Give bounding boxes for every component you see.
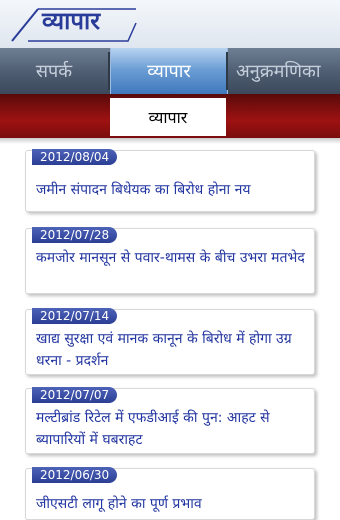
date-badge: 2012/08/04 bbox=[32, 149, 118, 165]
tab-business[interactable]: व्यापार bbox=[110, 48, 228, 94]
list-item[interactable]: 2012/06/30 जीएसटी लागू होने का पूर्ण प्र… bbox=[25, 467, 315, 520]
tab-contact[interactable]: सपर्क bbox=[0, 48, 108, 94]
app-logo: व्यापार bbox=[42, 7, 101, 35]
date-badge: 2012/07/28 bbox=[32, 227, 118, 243]
list-item[interactable]: 2012/08/04 जमीन संपादन बिधेयक का बिरोध ह… bbox=[25, 149, 315, 212]
list-item[interactable]: 2012/07/14 खाद्य सुरक्षा एवं मानक कानून … bbox=[25, 308, 315, 375]
list-item[interactable]: 2012/07/28 कमजोर मानसून से पवार-थामस के … bbox=[25, 227, 315, 294]
date-badge: 2012/07/14 bbox=[32, 308, 118, 324]
article-headline[interactable]: खाद्य सुरक्षा एवं मानक कानून के बिरोध मे… bbox=[36, 328, 306, 372]
app-header: व्यापार bbox=[0, 0, 340, 49]
article-headline[interactable]: कमजोर मानसून से पवार-थामस के बीच उभरा मत… bbox=[36, 247, 306, 269]
article-headline[interactable]: मल्टीब्रांड रिटेल में एफडीआई की पुन: आहट… bbox=[36, 407, 306, 451]
tab-index[interactable]: अनुक्रमणिका bbox=[228, 48, 340, 94]
tab-bar: सपर्क व्यापार अनुक्रमणिका bbox=[0, 48, 340, 99]
date-badge: 2012/06/30 bbox=[32, 467, 118, 483]
article-headline[interactable]: जीएसटी लागू होने का पूर्ण प्रभाव bbox=[36, 493, 306, 515]
list-item[interactable]: 2012/07/07 मल्टीब्रांड रिटेल में एफडीआई … bbox=[25, 387, 315, 454]
divider bbox=[0, 138, 340, 144]
article-headline[interactable]: जमीन संपादन बिधेयक का बिरोध होना नय bbox=[36, 179, 306, 201]
section-title: व्यापार bbox=[110, 98, 226, 136]
date-badge: 2012/07/07 bbox=[32, 387, 118, 403]
